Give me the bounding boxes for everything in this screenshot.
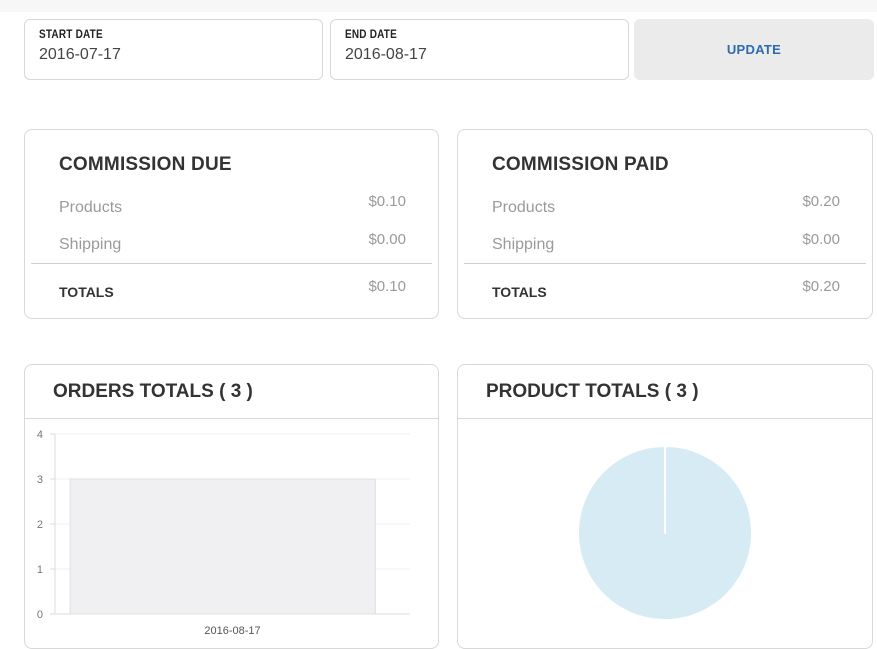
commission-paid-products-label: Products: [492, 199, 556, 216]
commission-due-shipping-value: $0.00: [368, 231, 406, 248]
orders-bar-chart: 0 1 2 3 4 2016-08-17: [37, 429, 410, 637]
orders-totals-panel: ORDERS TOTALS ( 3 ) 0 1 2 3 4 2016-08-17: [24, 364, 439, 649]
y-tick-label: 4: [37, 429, 43, 441]
product-totals-panel: PRODUCT TOTALS ( 3 ): [457, 364, 873, 649]
commission-due-shipping-label: Shipping: [59, 236, 122, 253]
y-tick-label: 2: [37, 519, 43, 531]
commission-due-totals-value: $0.10: [368, 278, 406, 295]
end-date-label: END DATE: [345, 29, 397, 42]
commission-due-card: COMMISSION DUE Products $0.10 Shipping $…: [24, 129, 439, 319]
commission-paid-divider: [464, 263, 866, 264]
end-date-input[interactable]: [345, 46, 614, 64]
x-tick-label: 2016-08-17: [204, 625, 260, 637]
y-tick-label: 3: [37, 474, 43, 486]
commission-paid-products-value: $0.20: [802, 193, 840, 210]
product-pie-chart: [577, 445, 753, 621]
commission-paid-shipping-label: Shipping: [492, 236, 555, 253]
commission-due-totals-label: TOTALS: [59, 284, 114, 300]
commission-due-products-value: $0.10: [368, 193, 406, 210]
commission-paid-card: COMMISSION PAID Products $0.20 Shipping …: [457, 129, 873, 319]
commission-due-title: COMMISSION DUE: [59, 154, 232, 175]
start-date-input[interactable]: [39, 46, 308, 64]
product-totals-title: PRODUCT TOTALS ( 3 ): [486, 381, 699, 402]
y-tick-label: 1: [37, 564, 43, 576]
pie-slice: [577, 445, 753, 621]
commission-paid-shipping-value: $0.00: [802, 231, 840, 248]
commission-due-products-label: Products: [59, 199, 123, 216]
end-date-field[interactable]: END DATE: [330, 19, 629, 80]
commission-paid-title: COMMISSION PAID: [492, 154, 669, 175]
top-strip: [0, 0, 877, 12]
start-date-label: START DATE: [39, 29, 103, 42]
commission-due-divider: [31, 263, 432, 264]
orders-totals-title: ORDERS TOTALS ( 3 ): [53, 381, 253, 402]
start-date-field[interactable]: START DATE: [24, 19, 323, 80]
y-tick-label: 0: [37, 609, 43, 621]
commission-paid-totals-value: $0.20: [802, 278, 840, 295]
bar: [69, 478, 376, 615]
update-button[interactable]: UPDATE: [634, 19, 874, 80]
commission-paid-totals-label: TOTALS: [492, 284, 547, 300]
